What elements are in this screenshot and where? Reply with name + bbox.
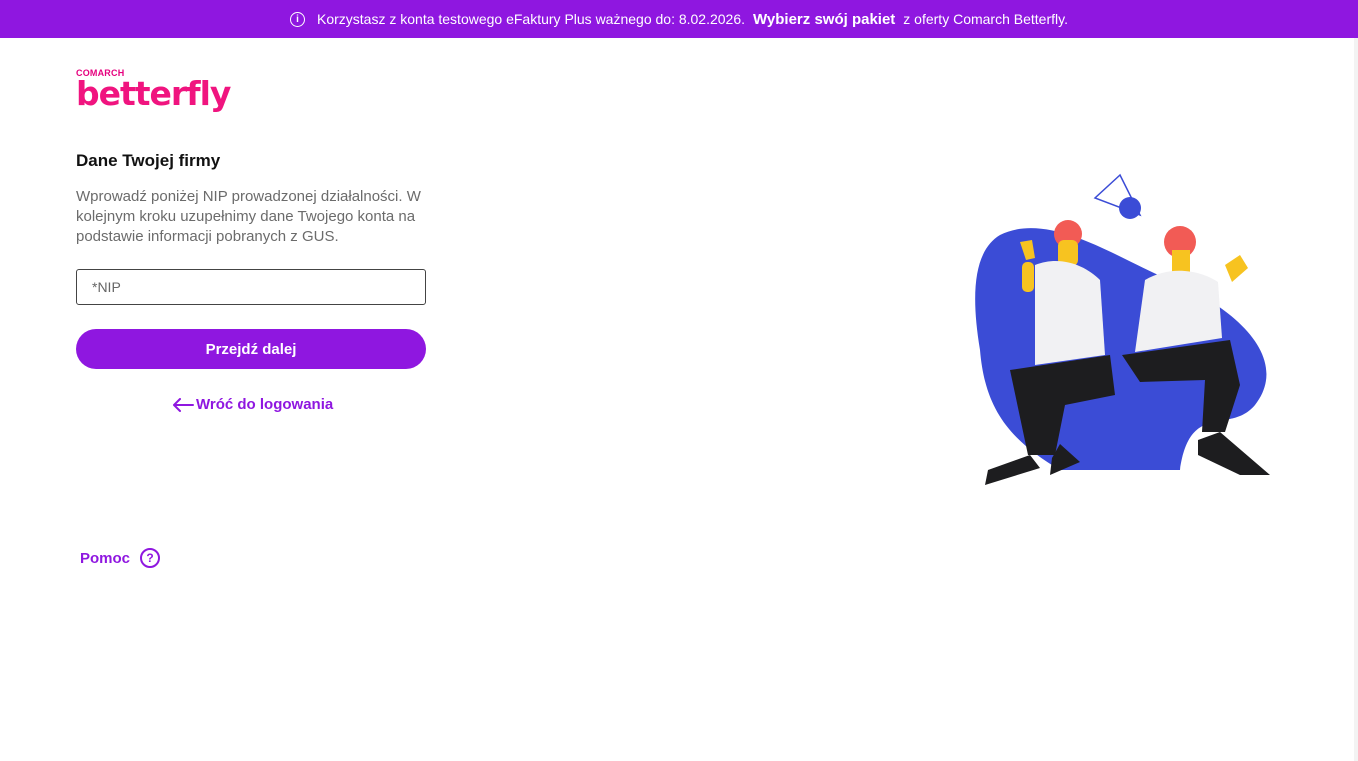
page-description: Wprowadź poniżej NIP prowadzonej działal… xyxy=(76,188,421,245)
back-to-login-link[interactable]: Wróć do logowania xyxy=(172,396,333,413)
choose-package-link[interactable]: Wybierz swój pakiet xyxy=(753,11,895,28)
page-title: Dane Twojej firmy xyxy=(76,151,221,170)
next-button[interactable]: Przejdź dalej xyxy=(76,329,426,369)
logo: COMARCH betterfly xyxy=(76,68,231,113)
help-label: Pomoc xyxy=(80,549,131,567)
illustration-people-on-sofa xyxy=(975,173,1270,485)
back-to-login-label: Wróć do logowania xyxy=(196,396,334,413)
info-icon: i xyxy=(290,11,305,27)
help-link[interactable]: Pomoc ? xyxy=(80,548,161,568)
banner-text: Korzystasz z konta testowego eFaktury Pl… xyxy=(317,11,746,27)
question-circle-icon: ? xyxy=(140,548,161,568)
arrow-left-icon xyxy=(172,397,194,412)
trial-banner: i Korzystasz z konta testowego eFaktury … xyxy=(0,0,1358,38)
banner-text-suffix: z oferty Comarch Betterfly. xyxy=(903,11,1068,27)
dot-shape xyxy=(1119,197,1141,219)
nip-input[interactable] xyxy=(76,269,426,305)
scrollbar[interactable] xyxy=(1354,38,1358,761)
logo-brand-big: betterfly xyxy=(76,74,231,113)
